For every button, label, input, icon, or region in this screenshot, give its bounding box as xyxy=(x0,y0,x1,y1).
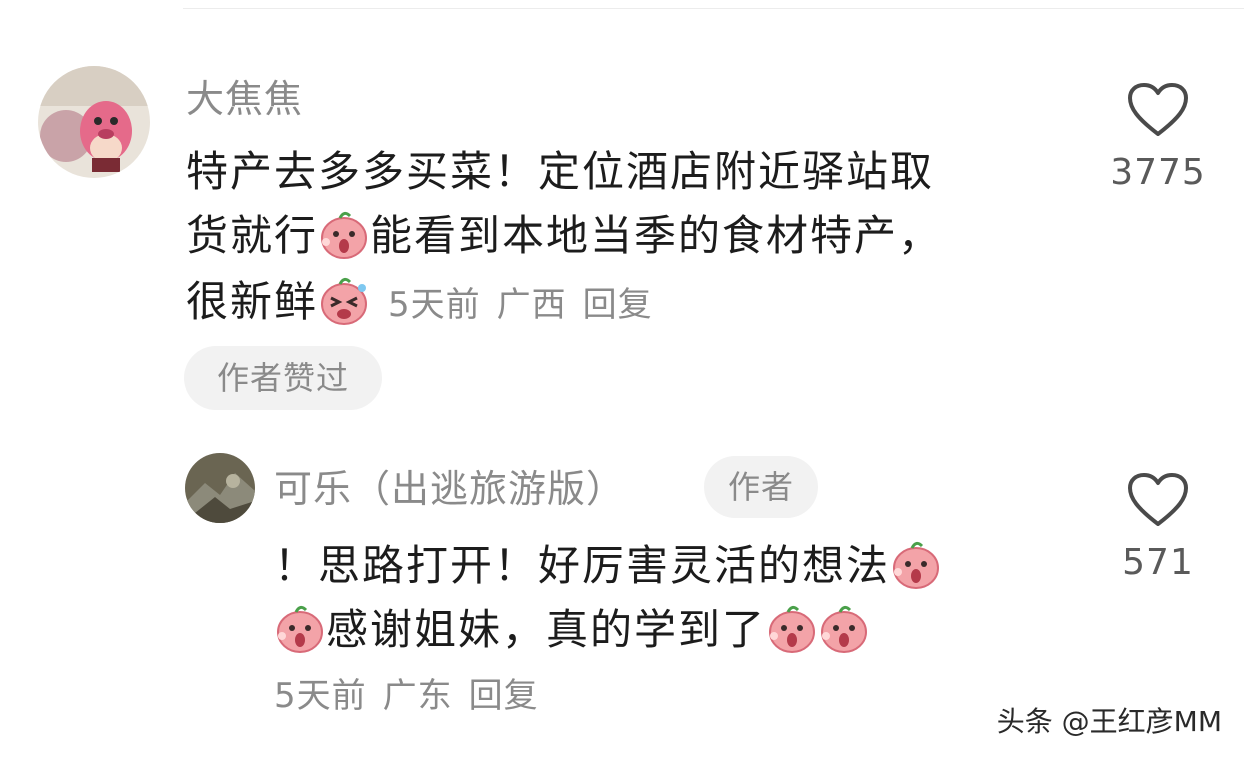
shock-emoji-icon xyxy=(766,602,818,654)
comment-like-count: 3775 xyxy=(1110,152,1206,193)
heart-outline-icon[interactable] xyxy=(1127,82,1189,138)
commenter-username[interactable]: 大焦焦 xyxy=(186,68,303,123)
comment-text-line-3: 很新鲜 5天前 广西 回复 xyxy=(186,272,669,332)
comment-text: 能看到本地当季的食材特产， xyxy=(370,211,943,260)
comment-text-line-2: 货就行 能看到本地当季的食材特产， xyxy=(186,206,942,266)
comment-location: 广西 xyxy=(496,285,567,325)
shock-emoji-icon xyxy=(274,602,326,654)
reply-location: 广东 xyxy=(382,676,453,716)
reply-meta: 5天前 广东 回复 xyxy=(274,668,555,717)
shock-emoji-icon xyxy=(890,538,942,590)
author-badge: 作者 xyxy=(704,456,818,518)
replier-avatar[interactable] xyxy=(185,453,255,523)
shock-emoji-icon xyxy=(818,602,870,654)
reply-button[interactable]: 回复 xyxy=(583,285,653,325)
shock-emoji-icon xyxy=(318,208,370,260)
reply-text: ！思路打开！好厉害灵活的想法 xyxy=(274,541,891,590)
top-divider xyxy=(183,8,1244,9)
laugh-emoji-icon xyxy=(318,274,370,326)
replier-username[interactable]: 可乐（出逃旅游版） xyxy=(274,458,625,513)
comment-text: 特产去多多买菜！定位酒店附近驿站取 xyxy=(186,147,935,196)
heart-outline-icon[interactable] xyxy=(1127,472,1189,528)
reply-text: 感谢姐妹，真的学到了 xyxy=(326,605,767,654)
comment-like-button[interactable]: 3775 xyxy=(1110,82,1206,193)
commenter-avatar[interactable] xyxy=(38,66,150,178)
comment-text: 货就行 xyxy=(186,211,319,260)
comment-text: 很新鲜 xyxy=(186,277,319,326)
reply-text-line-1: ！思路打开！好厉害灵活的想法 xyxy=(274,536,942,596)
reply-like-button[interactable]: 571 xyxy=(1110,472,1206,583)
comment-text-line-1: 特产去多多买菜！定位酒店附近驿站取 xyxy=(186,142,934,202)
watermark: 头条 @王红彦MM xyxy=(996,705,1222,738)
author-liked-badge: 作者赞过 xyxy=(184,346,382,410)
reply-like-count: 571 xyxy=(1122,542,1194,583)
reply-time: 5天前 xyxy=(274,676,367,716)
comment-meta: 5天前 广西 回复 xyxy=(388,285,669,325)
comment-time: 5天前 xyxy=(388,285,481,325)
reply-text-line-2: 感谢姐妹，真的学到了 xyxy=(274,600,870,660)
reply-reply-button[interactable]: 回复 xyxy=(469,676,539,716)
